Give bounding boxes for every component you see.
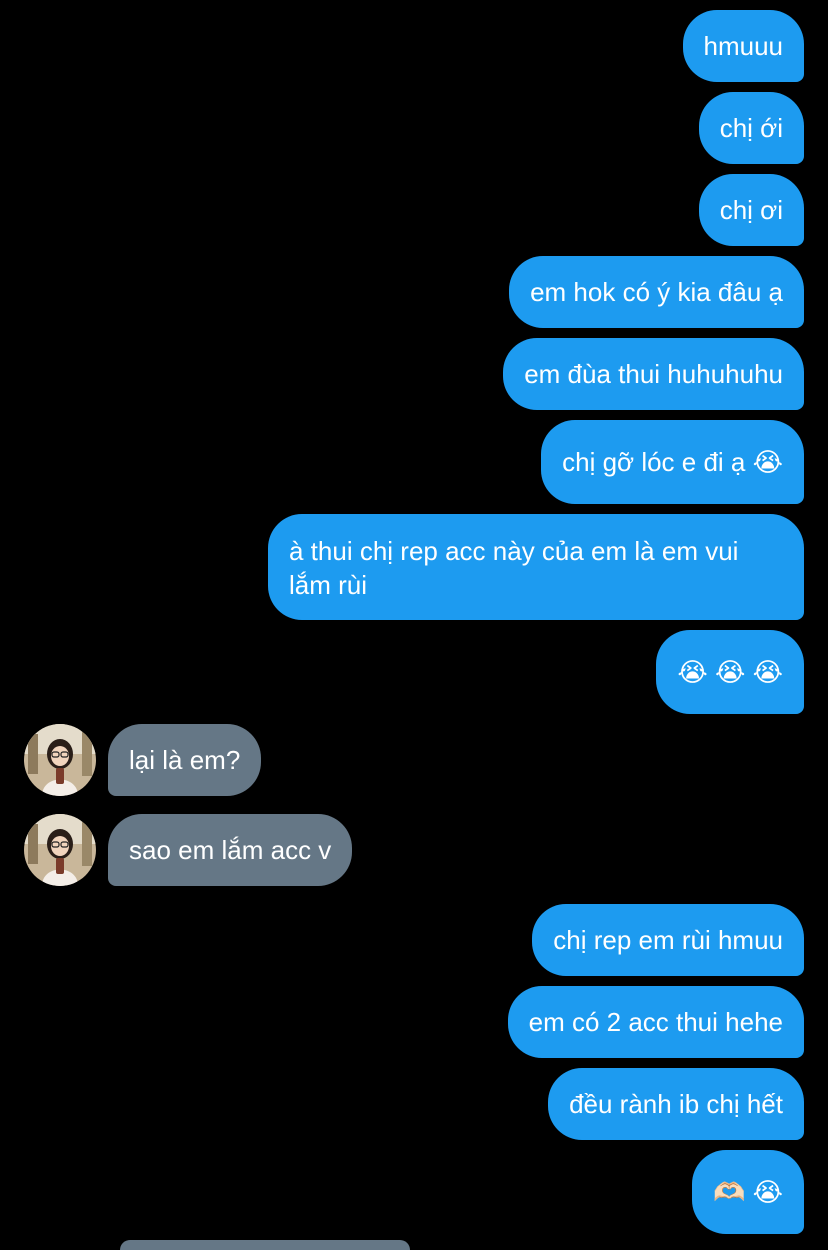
contact-avatar-image	[24, 724, 96, 796]
chat-thread: hmuuu chị ới chị ơi em hok có ý kia đâu …	[0, 0, 828, 1250]
message-row: 🫶🏻 😭	[0, 1150, 828, 1234]
sent-message-bubble[interactable]: 😭 😭 😭	[656, 630, 804, 714]
message-row: chị ới	[0, 92, 828, 164]
sent-message-bubble[interactable]: em hok có ý kia đâu ạ	[509, 256, 804, 328]
message-row: sao em lắm acc v	[0, 814, 828, 886]
contact-avatar[interactable]	[24, 724, 96, 796]
sent-message-bubble[interactable]: em đùa thui huhuhuhu	[503, 338, 804, 410]
message-row: à thui chị rep acc này của em là em vui …	[0, 514, 828, 620]
message-row: em hok có ý kia đâu ạ	[0, 256, 828, 328]
sent-message-bubble[interactable]: em có 2 acc thui hehe	[507, 986, 804, 1058]
message-row: chị rep em rùi hmuu	[0, 904, 828, 976]
sent-message-bubble[interactable]: đều rành ib chị hết	[548, 1068, 804, 1140]
sent-message-bubble[interactable]: chị rep em rùi hmuu	[532, 904, 804, 976]
sent-message-bubble[interactable]: 🫶🏻 😭	[692, 1150, 804, 1234]
message-row: đều rành ib chị hết	[0, 1068, 828, 1140]
message-row: 😭 😭 😭	[0, 630, 828, 714]
sent-message-bubble[interactable]: chị ơi	[698, 174, 804, 246]
message-row: em đùa thui huhuhuhu	[0, 338, 828, 410]
sent-message-bubble[interactable]: chị gỡ lóc e đi ạ 😭	[541, 420, 804, 504]
contact-avatar-image	[24, 814, 96, 886]
message-row: em có 2 acc thui hehe	[0, 986, 828, 1058]
sent-message-bubble[interactable]: hmuuu	[682, 10, 804, 82]
message-row-partial	[0, 1240, 828, 1250]
message-row: lại là em?	[0, 724, 828, 796]
contact-avatar[interactable]	[24, 814, 96, 886]
sent-message-bubble[interactable]: à thui chị rep acc này của em là em vui …	[268, 514, 804, 620]
message-row: chị ơi	[0, 174, 828, 246]
sent-message-bubble[interactable]: chị ới	[698, 92, 804, 164]
received-message-bubble-partial[interactable]	[120, 1240, 410, 1250]
message-row: chị gỡ lóc e đi ạ 😭	[0, 420, 828, 504]
received-message-bubble[interactable]: sao em lắm acc v	[108, 814, 353, 886]
message-row: hmuuu	[0, 10, 828, 82]
received-message-bubble[interactable]: lại là em?	[108, 724, 262, 796]
